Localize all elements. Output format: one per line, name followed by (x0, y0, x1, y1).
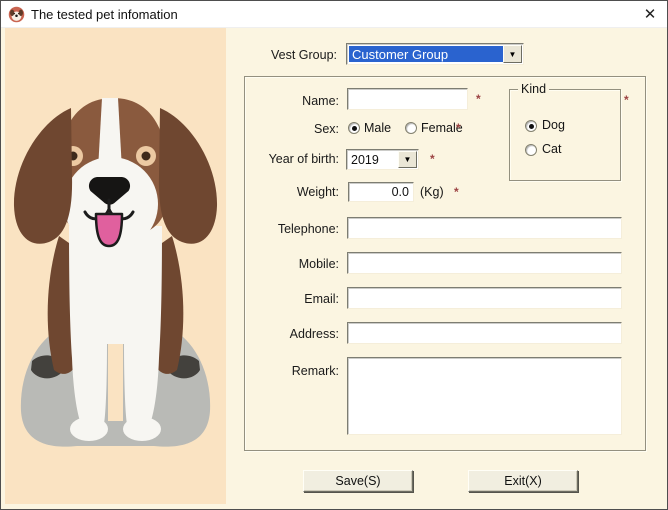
sex-required-asterisk: * (456, 121, 461, 135)
sex-label: Sex: (313, 122, 339, 136)
close-icon[interactable]: ✕ (640, 4, 660, 24)
address-label: Address: (289, 327, 339, 341)
telephone-label: Telephone: (277, 222, 339, 236)
sex-female-radio[interactable] (405, 122, 417, 134)
window-title: The tested pet infomation (31, 6, 178, 22)
weight-label: Weight: (296, 185, 339, 199)
weight-input[interactable] (348, 182, 414, 202)
email-label: Email: (304, 292, 339, 306)
year-of-birth-value: 2019 (351, 152, 379, 167)
remark-label: Remark: (291, 364, 339, 378)
weight-required-asterisk: * (454, 185, 459, 199)
name-input[interactable] (347, 88, 468, 110)
year-of-birth-dropdown-arrow-icon[interactable]: ▼ (398, 151, 417, 168)
kind-cat-radio-label[interactable]: Cat (542, 142, 561, 156)
name-required-asterisk: * (476, 92, 481, 106)
vest-group-dropdown-arrow-icon[interactable]: ▼ (503, 45, 522, 63)
dog-illustration (13, 98, 218, 447)
mobile-input[interactable] (347, 252, 622, 274)
kind-required-asterisk: * (624, 93, 629, 107)
pet-illustration-panel (5, 28, 226, 504)
sex-male-radio-label[interactable]: Male (364, 121, 391, 135)
vest-group-selected-value: Customer Group (349, 46, 503, 62)
sex-male-radio[interactable] (348, 122, 360, 134)
year-of-birth-required-asterisk: * (430, 152, 435, 166)
app-dog-icon (8, 6, 25, 23)
kind-dog-radio-label[interactable]: Dog (542, 118, 565, 132)
remark-textarea[interactable] (347, 357, 622, 435)
email-input[interactable] (347, 287, 622, 309)
vest-group-combobox[interactable]: Customer Group ▼ (346, 43, 524, 65)
kind-cat-radio[interactable] (525, 144, 537, 156)
kind-groupbox: Kind (509, 82, 621, 181)
pet-information-window: The tested pet infomation ✕ Vest Group: … (0, 0, 668, 510)
mobile-label: Mobile: (298, 257, 339, 271)
exit-button[interactable]: Exit(X) (468, 470, 578, 492)
year-of-birth-label: Year of birth: (268, 152, 339, 166)
titlebar: The tested pet infomation ✕ (1, 1, 667, 28)
name-label: Name: (302, 94, 339, 108)
weight-unit-label: (Kg) (420, 185, 444, 199)
telephone-input[interactable] (347, 217, 622, 239)
address-input[interactable] (347, 322, 622, 344)
vest-group-label: Vest Group: (270, 48, 337, 62)
kind-dog-radio[interactable] (525, 120, 537, 132)
save-button[interactable]: Save(S) (303, 470, 413, 492)
year-of-birth-combobox[interactable]: 2019 ▼ (346, 149, 419, 170)
kind-groupbox-title: Kind (518, 82, 550, 96)
